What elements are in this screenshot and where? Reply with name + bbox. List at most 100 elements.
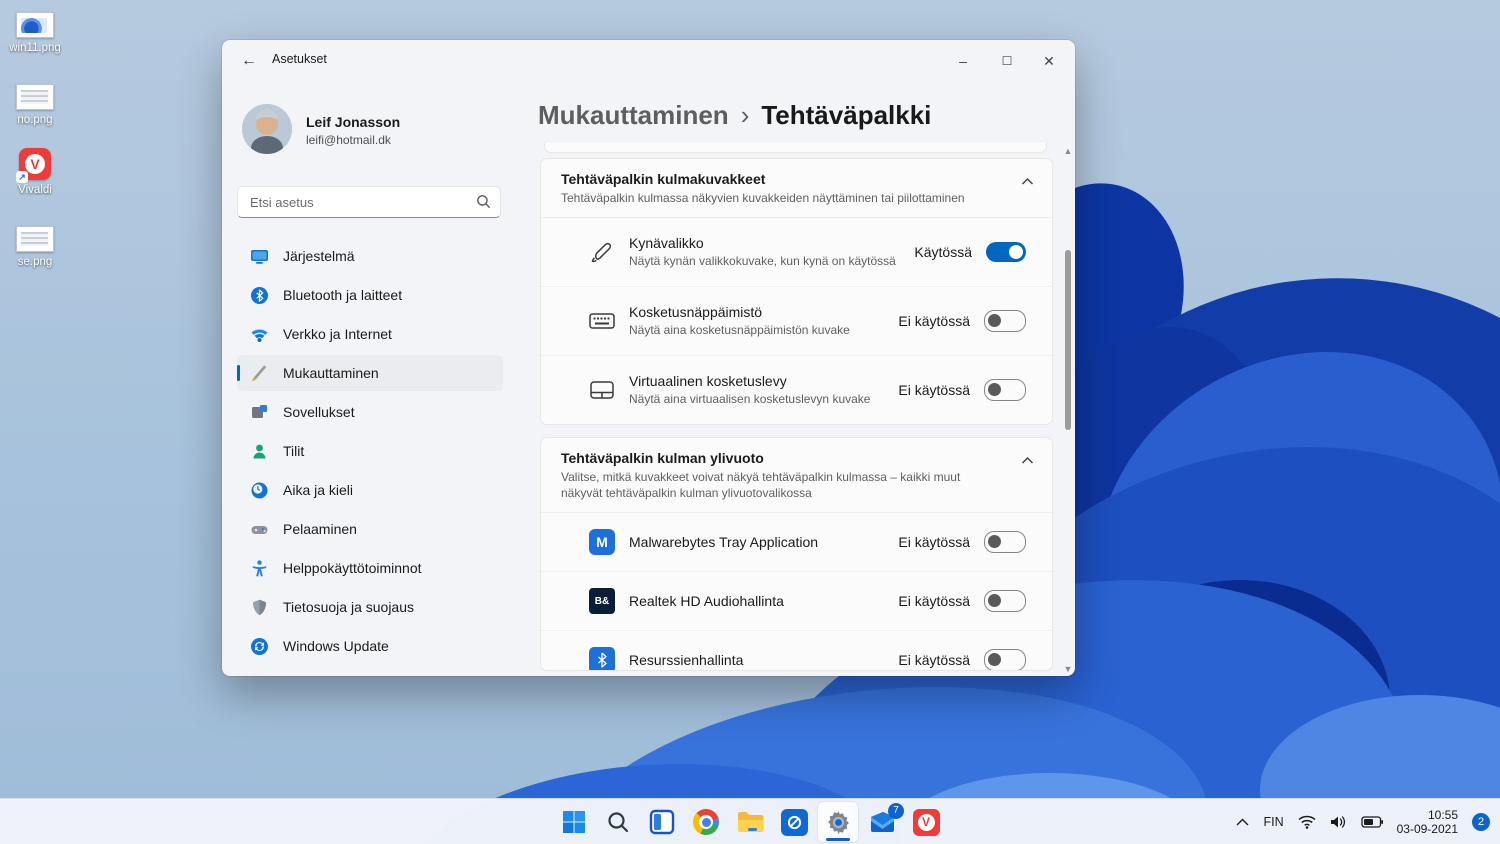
- setting-row-touch-keyboard: Kosketusnäppäimistö Näytä aina kosketusn…: [541, 287, 1052, 356]
- settings-icon: [825, 809, 852, 836]
- start-button[interactable]: [554, 802, 594, 842]
- sidebar-item-pelaaminen[interactable]: Pelaaminen: [237, 511, 503, 547]
- sidebar-item-helppokayttotoiminnot[interactable]: Helppokäyttötoiminnot: [237, 550, 503, 586]
- desktop-icon-se[interactable]: se.png: [0, 226, 70, 269]
- taskbar-apps: 7 V: [554, 802, 946, 842]
- network-icon: [250, 325, 269, 344]
- image-file-icon: [16, 12, 54, 38]
- chrome-button[interactable]: [686, 802, 726, 842]
- tray-time: 10:55: [1397, 808, 1458, 822]
- setting-row-resurssienhallinta: Resurssienhallinta Ei käytössä: [541, 631, 1052, 671]
- minimize-button[interactable]: –: [943, 48, 983, 74]
- desktop-icon-label: no.png: [0, 114, 70, 127]
- notification-badge[interactable]: 2: [1472, 813, 1490, 831]
- virtual-touchpad-icon: [589, 380, 615, 400]
- chevron-up-icon[interactable]: [1021, 456, 1034, 465]
- section-taskbar-corner-overflow: Tehtäväpalkin kulman ylivuoto Valitse, m…: [540, 437, 1053, 671]
- expander-header[interactable]: Tehtäväpalkin kulmakuvakkeet Tehtäväpalk…: [541, 159, 1052, 218]
- toggle-status: Käytössä: [914, 244, 972, 260]
- wifi-icon[interactable]: [1298, 815, 1316, 829]
- sidebar-item-tietosuoja-ja-suojaus[interactable]: Tietosuoja ja suojaus: [237, 589, 503, 625]
- close-button[interactable]: ✕: [1029, 48, 1069, 74]
- malwarebytes-toggle[interactable]: [984, 531, 1026, 553]
- shortcut-arrow-icon: ↗: [16, 171, 28, 183]
- setting-row-pen-menu: Kynävalikko Näytä kynän valikkokuvake, k…: [541, 218, 1052, 287]
- back-button[interactable]: ←: [236, 50, 262, 72]
- task-view-button[interactable]: [642, 802, 682, 842]
- toggle-status: Ei käytössä: [898, 382, 970, 398]
- mail-badge: 7: [888, 803, 904, 819]
- gaming-icon: [250, 520, 269, 539]
- language-indicator[interactable]: FIN: [1263, 815, 1283, 829]
- sidebar-item-verkko-ja-internet[interactable]: Verkko ja Internet: [237, 316, 503, 352]
- toggle-status: Ei käytössä: [898, 593, 970, 609]
- maximize-button[interactable]: ☐: [987, 48, 1027, 74]
- scroll-up-arrow[interactable]: ▲: [1063, 146, 1073, 156]
- sidebar-item-sovellukset[interactable]: Sovellukset: [237, 394, 503, 430]
- bluetooth-app-icon: [589, 647, 615, 671]
- clock[interactable]: 10:55 03-09-2021: [1397, 808, 1458, 836]
- s-app-icon: [781, 809, 808, 836]
- image-file-icon: [16, 226, 54, 252]
- pen-menu-toggle[interactable]: [986, 242, 1026, 262]
- search-input[interactable]: [248, 188, 467, 216]
- sidebar-item-windows-update[interactable]: Windows Update: [237, 628, 503, 664]
- setting-row-malwarebytes: M Malwarebytes Tray Application Ei käytö…: [541, 513, 1052, 572]
- titlebar[interactable]: ← Asetukset – ☐ ✕: [222, 40, 1075, 80]
- setting-row-realtek: B& Realtek HD Audiohallinta Ei käytössä: [541, 572, 1052, 631]
- avatar[interactable]: [242, 104, 292, 154]
- taskbar-search-button[interactable]: [598, 802, 638, 842]
- search-taskbar-icon: [606, 810, 630, 834]
- volume-icon[interactable]: [1330, 815, 1347, 829]
- chevron-up-icon[interactable]: [1021, 177, 1034, 186]
- malwarebytes-icon: M: [589, 529, 615, 555]
- realtek-toggle[interactable]: [984, 590, 1026, 612]
- scroll-down-arrow[interactable]: ▼: [1063, 664, 1073, 674]
- settings-search[interactable]: [237, 186, 501, 218]
- apps-icon: [250, 403, 269, 422]
- toggle-status: Ei käytössä: [898, 652, 970, 668]
- breadcrumb: Mukauttaminen›Tehtäväpalkki: [538, 100, 931, 131]
- system-icon: [250, 247, 269, 266]
- scrollbar-thumb[interactable]: [1065, 250, 1071, 430]
- profile-email: leifi@hotmail.dk: [306, 133, 391, 147]
- search-icon: [476, 194, 491, 209]
- settings-window: ← Asetukset – ☐ ✕ Leif Jonasson leifi@ho…: [222, 40, 1075, 676]
- sidebar-item-mukauttaminen[interactable]: Mukauttaminen: [237, 355, 503, 391]
- file-explorer-button[interactable]: [730, 802, 770, 842]
- desktop-icon-vivaldi[interactable]: V ↗ Vivaldi: [0, 148, 70, 197]
- expander-header[interactable]: Tehtäväpalkin kulman ylivuoto Valitse, m…: [541, 438, 1052, 513]
- battery-icon[interactable]: [1361, 816, 1383, 828]
- chrome-icon: [693, 809, 719, 835]
- accounts-icon: [250, 442, 269, 461]
- breadcrumb-parent[interactable]: Mukauttaminen: [538, 100, 729, 130]
- breadcrumb-separator: ›: [741, 100, 750, 130]
- sidebar-item-tilit[interactable]: Tilit: [237, 433, 503, 469]
- system-tray: FIN 10:55 03-09-2021 2: [1236, 799, 1490, 844]
- desktop-icon-no[interactable]: no.png: [0, 84, 70, 127]
- window-title: Asetukset: [272, 52, 327, 66]
- touch-keyboard-toggle[interactable]: [984, 310, 1026, 332]
- start-icon: [562, 810, 586, 834]
- sidebar-item-aika-ja-kieli[interactable]: Aika ja kieli: [237, 472, 503, 508]
- content-scrollbar[interactable]: ▲ ▼: [1062, 146, 1074, 674]
- time-language-icon: [250, 481, 269, 500]
- resurssienhallinta-toggle[interactable]: [984, 649, 1026, 671]
- desktop-icon-win11[interactable]: win11.png: [0, 12, 70, 55]
- file-explorer-icon: [737, 811, 764, 833]
- profile-name: Leif Jonasson: [306, 114, 400, 130]
- sidebar-item-bluetooth-ja-laitteet[interactable]: Bluetooth ja laitteet: [237, 277, 503, 313]
- vivaldi-button[interactable]: V: [906, 802, 946, 842]
- s-app-button[interactable]: [774, 802, 814, 842]
- sidebar-item-jarjestelma[interactable]: Järjestelmä: [237, 238, 503, 274]
- active-app-indicator: [826, 838, 850, 841]
- toggle-status: Ei käytössä: [898, 313, 970, 329]
- mail-button[interactable]: 7: [862, 802, 902, 842]
- chevron-up-icon[interactable]: [1236, 818, 1249, 826]
- bluetooth-icon: [250, 286, 269, 305]
- desktop: win11.png no.png V ↗ Vivaldi se.png ← As…: [0, 0, 1500, 844]
- tray-date: 03-09-2021: [1397, 822, 1458, 836]
- virtual-touchpad-toggle[interactable]: [984, 379, 1026, 401]
- image-file-icon: [16, 84, 54, 110]
- settings-button[interactable]: [818, 802, 858, 842]
